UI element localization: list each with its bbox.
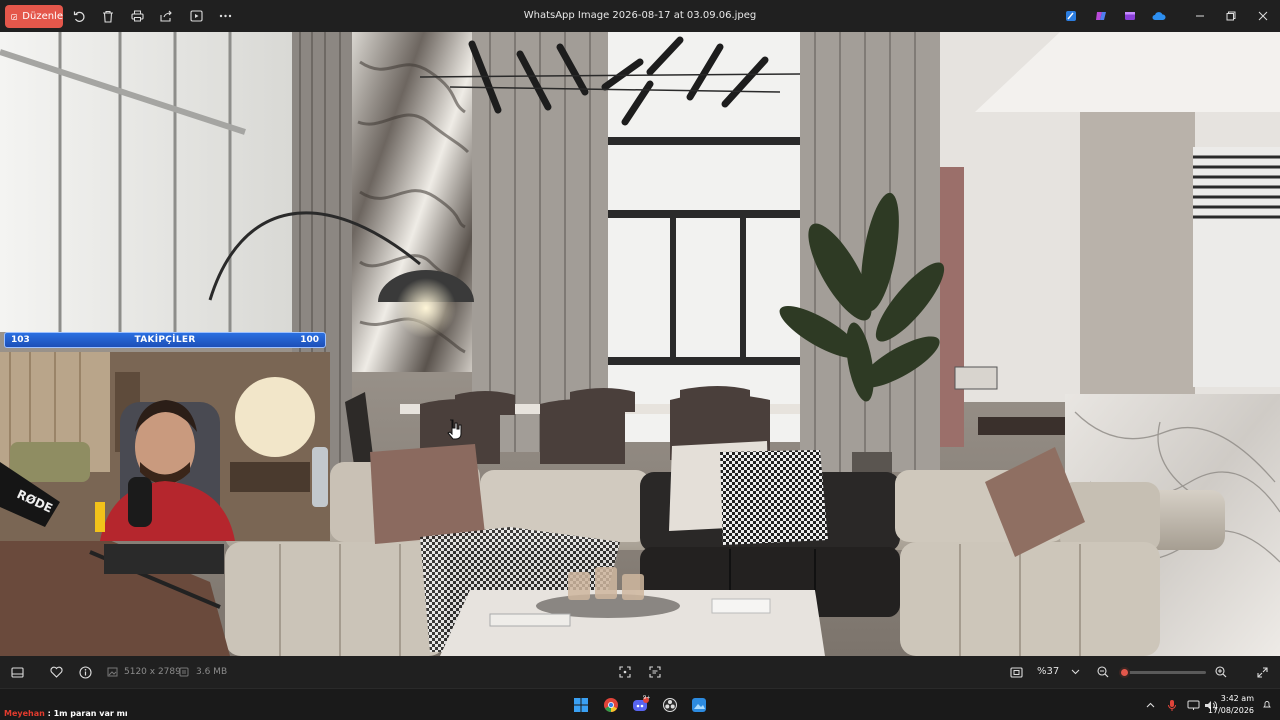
file-size-icon bbox=[176, 664, 192, 680]
fullscreen-icon[interactable] bbox=[1254, 664, 1270, 680]
notification-icon[interactable] bbox=[1262, 696, 1272, 714]
network-icon[interactable] bbox=[1184, 696, 1202, 714]
copilot-icon[interactable] bbox=[1093, 8, 1109, 24]
discord-icon[interactable]: 9+ bbox=[632, 695, 651, 714]
share-icon[interactable] bbox=[158, 8, 174, 24]
file-size: 3.6 MB bbox=[196, 667, 228, 677]
image-dimensions: 5120 x 2789 bbox=[124, 667, 181, 677]
system-clock[interactable]: 3:42 am 17/08/2026 bbox=[1208, 693, 1254, 717]
zoom-dropdown-chevron-icon[interactable] bbox=[1067, 664, 1083, 680]
status-bar: 5120 x 2789 3.6 MB %37 bbox=[0, 656, 1280, 688]
maximize-icon[interactable] bbox=[1223, 8, 1239, 24]
minimize-icon[interactable] bbox=[1192, 8, 1208, 24]
designer-icon[interactable] bbox=[1063, 8, 1079, 24]
webcam-overlay: RØDE bbox=[0, 352, 330, 541]
followers-goal-bar: TAKİPÇİLER 103 100 bbox=[4, 332, 326, 348]
photos-app-icon[interactable] bbox=[690, 696, 708, 714]
rotate-icon[interactable] bbox=[71, 8, 87, 24]
clipchamp-icon[interactable] bbox=[1122, 8, 1138, 24]
discord-badge: 9+ bbox=[643, 695, 651, 701]
followers-label: TAKİPÇİLER bbox=[134, 335, 196, 345]
clock-time: 3:42 am bbox=[1220, 694, 1254, 703]
zoom-in-icon[interactable] bbox=[1213, 664, 1229, 680]
edit-button-label: Düzenle bbox=[22, 11, 63, 22]
zoom-level[interactable]: %37 bbox=[1037, 666, 1059, 677]
print-icon[interactable] bbox=[129, 8, 145, 24]
followers-current: 103 bbox=[11, 335, 30, 345]
image-dimensions-icon bbox=[104, 664, 120, 680]
windows-taskbar: Meyehan : 1m paran var mı 9+ 3:42 am 17/… bbox=[0, 688, 1280, 720]
chrome-icon[interactable] bbox=[602, 696, 620, 714]
image-viewport[interactable]: TAKİPÇİLER 103 100 RØDE bbox=[0, 32, 1280, 656]
visual-search-icon[interactable] bbox=[647, 664, 663, 680]
edit-button[interactable]: Düzenle bbox=[5, 5, 63, 28]
crop-icon[interactable] bbox=[617, 664, 633, 680]
fit-to-window-icon[interactable] bbox=[1008, 664, 1024, 680]
top-toolbar: Düzenle WhatsApp Image 2026-08-17 at 03.… bbox=[0, 0, 1280, 32]
microphone-icon[interactable] bbox=[1163, 696, 1181, 714]
zoom-out-icon[interactable] bbox=[1095, 664, 1111, 680]
edit-icon bbox=[11, 13, 18, 20]
chat-username: Meyehan bbox=[4, 709, 45, 718]
more-options-icon[interactable] bbox=[217, 8, 233, 24]
favorite-icon[interactable] bbox=[48, 664, 64, 680]
stream-chat-message: Meyehan : 1m paran var mı bbox=[4, 709, 128, 718]
followers-goal: 100 bbox=[300, 335, 319, 345]
info-icon[interactable] bbox=[77, 664, 93, 680]
zoom-slider[interactable] bbox=[1119, 667, 1206, 678]
obs-icon[interactable] bbox=[661, 696, 679, 714]
onedrive-icon[interactable] bbox=[1151, 8, 1167, 24]
show-hidden-icons-chevron-icon[interactable] bbox=[1141, 696, 1159, 714]
webcam-feed: RØDE bbox=[0, 352, 330, 541]
filmstrip-icon[interactable] bbox=[9, 664, 25, 680]
clock-date: 17/08/2026 bbox=[1207, 706, 1254, 715]
delete-icon[interactable] bbox=[100, 8, 116, 24]
windows-start-icon[interactable] bbox=[572, 696, 590, 714]
close-icon[interactable] bbox=[1255, 8, 1271, 24]
zoom-slider-thumb[interactable] bbox=[1119, 667, 1131, 678]
chat-text: : 1m paran var mı bbox=[47, 709, 128, 718]
slideshow-icon[interactable] bbox=[188, 8, 204, 24]
